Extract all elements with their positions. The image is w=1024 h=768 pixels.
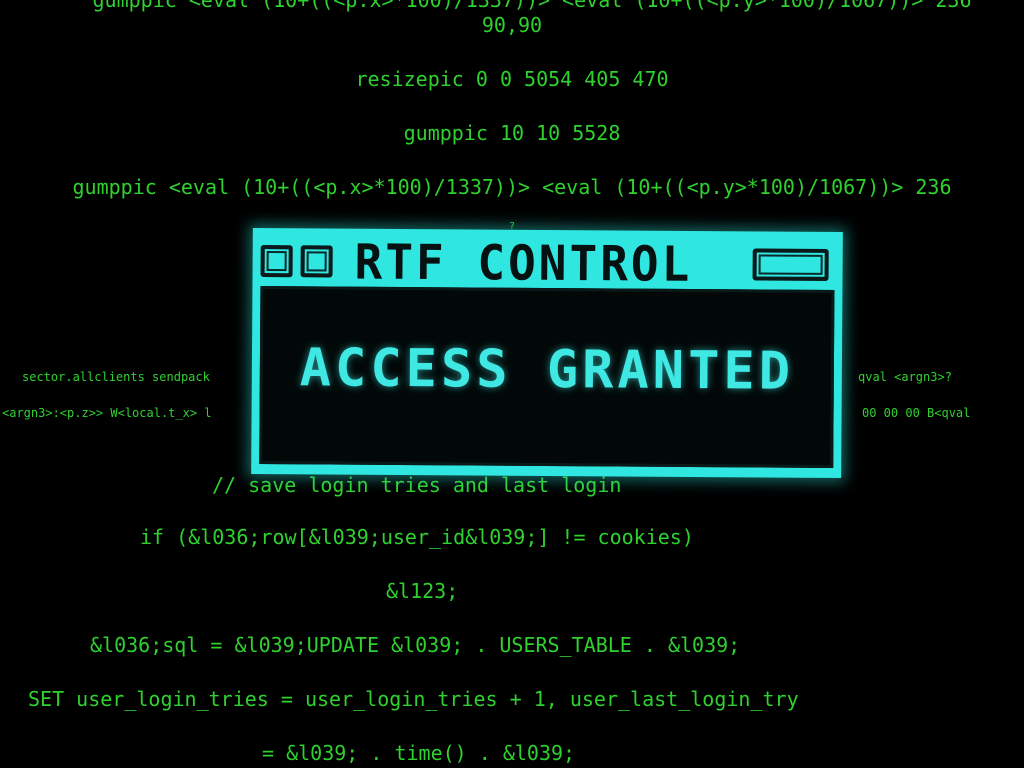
code-line: 90,90 (481, 13, 543, 37)
code-line-right: 00 00 00 B<qval (862, 406, 971, 420)
access-granted-message: ACCESS GRANTED (299, 338, 795, 402)
code-line: gumppic 10 10 5528 (403, 121, 621, 145)
code-line: resizepic 0 0 5054 405 470 (355, 67, 669, 91)
window-button-square-icon[interactable] (300, 245, 333, 278)
dialog-title: RTF CONTROL (354, 233, 693, 293)
code-line-left: <argn3>:<p.z>> W<local.t_x> l (2, 406, 212, 420)
code-line-top-partial: gumppic <eval (10+((<p.x>*100)/1337))> <… (92, 0, 972, 12)
code-line-left: sector.allclients sendpack (22, 370, 210, 384)
window-button-square-icon[interactable] (260, 244, 293, 278)
code-line: &l123; (386, 579, 459, 603)
window-button-wide-icon[interactable] (752, 248, 829, 281)
code-line: if (&l036;row[&l039;user_id&l039;] != co… (140, 525, 694, 549)
dialog-content: ACCESS GRANTED (259, 285, 835, 469)
code-line: &l036;sql = &l039;UPDATE &l039; . USERS_… (90, 633, 741, 657)
code-line: = &l039; . time() . &l039; (262, 741, 576, 765)
rtf-control-dialog: RTF CONTROL ACCESS GRANTED (251, 227, 843, 479)
code-line: // save login tries and last login (212, 473, 622, 497)
code-line-right: qval <argn3>? (858, 370, 952, 384)
code-line: gumppic <eval (10+((<p.x>*100)/1337))> <… (72, 175, 952, 199)
dialog-titlebar: RTF CONTROL (260, 233, 834, 293)
code-line: SET user_login_tries = user_login_tries … (28, 687, 799, 711)
